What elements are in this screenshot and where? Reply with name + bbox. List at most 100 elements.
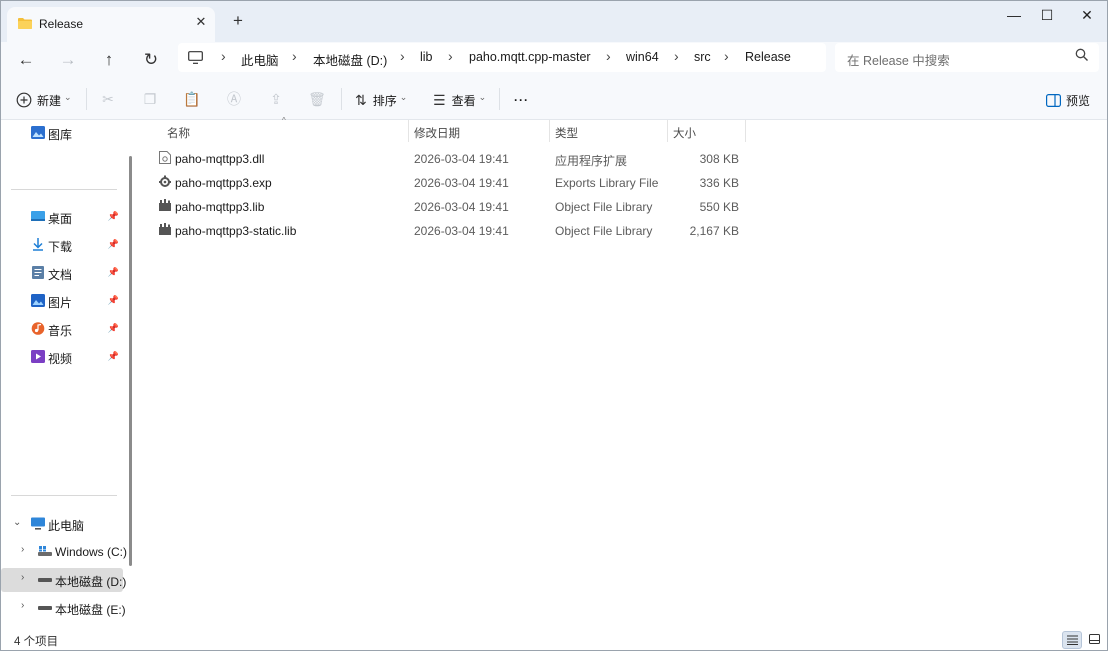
- file-explorer-window: Release ✕ + — ☐ ✕ ← → ↑ ↻ › 此电脑 › 本地磁盘 (…: [0, 0, 1108, 651]
- table-row[interactable]: paho-mqttpp3.dll 2026-03-04 19:41 应用程序扩展…: [155, 146, 749, 170]
- tiles-view-button[interactable]: [1085, 631, 1105, 649]
- sort-ascending-icon: ^: [282, 116, 286, 125]
- preview-button[interactable]: 预览: [1046, 90, 1090, 110]
- maximize-icon[interactable]: ☐: [1027, 4, 1067, 28]
- divider: [11, 189, 117, 190]
- column-divider[interactable]: [549, 120, 550, 142]
- pin-icon[interactable]: 📌: [108, 211, 119, 222]
- chevron-down-icon[interactable]: ⌄: [13, 517, 21, 528]
- pin-icon[interactable]: 📌: [108, 295, 119, 306]
- sidebar-item-label: 音乐: [48, 324, 73, 338]
- item-count: 4 个项目: [14, 636, 59, 648]
- chevron-down-icon: ⌄: [64, 91, 72, 102]
- chevron-right-icon[interactable]: ›: [21, 544, 24, 555]
- details-view-icon: [1067, 635, 1078, 645]
- view-icon: ☰: [433, 91, 446, 108]
- breadcrumb-sep: ›: [724, 48, 729, 64]
- sidebar-item-music[interactable]: 音乐 📌: [1, 317, 123, 341]
- address-bar-row: ← → ↑ ↻ › 此电脑 › 本地磁盘 (D:) › lib › paho.m…: [1, 42, 1107, 78]
- sidebar-item-desktop[interactable]: 桌面 📌: [1, 205, 123, 229]
- exp-file-icon: [159, 175, 171, 187]
- file-type: Object File Library: [555, 200, 653, 214]
- chevron-right-icon[interactable]: ›: [21, 572, 24, 583]
- file-name: paho-mqttpp3.lib: [175, 200, 265, 214]
- breadcrumb-win64[interactable]: win64: [626, 50, 659, 64]
- pin-icon[interactable]: 📌: [108, 323, 119, 334]
- sidebar-item-label: 本地磁盘 (E:): [55, 603, 126, 617]
- nav-scrollbar[interactable]: [129, 156, 132, 566]
- sort-icon: ⇅: [355, 91, 367, 108]
- new-label: 新建: [37, 93, 62, 108]
- sidebar-item-label: 此电脑: [48, 519, 85, 533]
- refresh-icon[interactable]: ↻: [138, 48, 164, 72]
- sidebar-item-drive-e[interactable]: › 本地磁盘 (E:): [1, 596, 126, 620]
- folder-icon: [18, 18, 32, 29]
- delete-icon[interactable]: 🗑: [308, 90, 326, 108]
- column-header-type[interactable]: 类型: [555, 125, 578, 141]
- tab-close-icon[interactable]: ✕: [193, 14, 209, 30]
- breadcrumb-src[interactable]: src: [694, 50, 711, 64]
- sort-label: 排序: [372, 93, 397, 108]
- share-icon[interactable]: ⇪: [267, 90, 285, 108]
- sidebar-item-this-pc[interactable]: ⌄ 此电脑: [1, 512, 123, 536]
- sort-button[interactable]: ⇅ 排序 ⌄: [355, 90, 407, 110]
- new-tab-icon[interactable]: +: [229, 12, 247, 30]
- monitor-icon[interactable]: [188, 51, 203, 64]
- column-header-name[interactable]: 名称: [167, 125, 190, 141]
- new-button[interactable]: 新建 ⌄: [16, 90, 72, 110]
- pin-icon[interactable]: 📌: [108, 351, 119, 362]
- search-placeholder: 在 Release 中搜索: [847, 54, 950, 68]
- chevron-right-icon[interactable]: ›: [21, 600, 24, 611]
- up-icon[interactable]: ↑: [96, 48, 122, 72]
- rename-icon[interactable]: Ⓐ: [225, 90, 243, 108]
- sidebar-item-pictures[interactable]: 图片 📌: [1, 289, 123, 313]
- column-header-date[interactable]: 修改日期: [414, 125, 460, 141]
- view-button[interactable]: ☰ 查看 ⌄: [433, 90, 486, 110]
- file-type: Object File Library: [555, 224, 653, 238]
- breadcrumb-drive-d[interactable]: 本地磁盘 (D:): [313, 50, 387, 69]
- details-view-button[interactable]: [1062, 631, 1082, 649]
- search-input[interactable]: 在 Release 中搜索: [835, 43, 1099, 72]
- column-header-size[interactable]: 大小: [673, 125, 696, 141]
- divider: [499, 88, 500, 110]
- more-options-icon[interactable]: ···: [514, 90, 529, 110]
- sidebar-item-drive-c[interactable]: › Windows (C:): [1, 540, 127, 564]
- pin-icon[interactable]: 📌: [108, 239, 119, 250]
- file-date: 2026-03-04 19:41: [414, 224, 509, 238]
- column-divider[interactable]: [408, 120, 409, 142]
- sidebar-item-downloads[interactable]: 下载 📌: [1, 233, 123, 257]
- sidebar-item-gallery[interactable]: 图库: [1, 121, 123, 145]
- file-size: 308 KB: [699, 152, 739, 166]
- column-divider[interactable]: [667, 120, 668, 142]
- back-icon[interactable]: ←: [13, 48, 39, 72]
- tab-release[interactable]: Release ✕: [7, 7, 215, 42]
- pin-icon[interactable]: 📌: [108, 267, 119, 278]
- pictures-icon: [31, 294, 45, 307]
- divider: [11, 495, 117, 496]
- tiles-view-icon: [1089, 634, 1100, 644]
- sidebar-item-documents[interactable]: 文档 📌: [1, 261, 123, 285]
- breadcrumb-release[interactable]: Release: [745, 50, 791, 64]
- gallery-icon: [31, 126, 45, 139]
- sidebar-item-drive-d[interactable]: › 本地磁盘 (D:): [1, 568, 127, 592]
- breadcrumb-lib[interactable]: lib: [420, 50, 433, 64]
- paste-icon[interactable]: 📋: [183, 90, 201, 108]
- sidebar-item-videos[interactable]: 视频 📌: [1, 345, 123, 369]
- file-size: 2,167 KB: [689, 224, 739, 238]
- forward-icon[interactable]: →: [55, 48, 81, 72]
- window-close-icon[interactable]: ✕: [1067, 4, 1107, 28]
- desktop-icon: [31, 211, 45, 221]
- sidebar-item-label: 下载: [48, 240, 73, 254]
- table-row[interactable]: paho-mqttpp3.exp 2026-03-04 19:41 Export…: [155, 170, 749, 194]
- copy-icon[interactable]: ❐: [141, 90, 159, 108]
- sidebar-item-label: 本地磁盘 (D:): [55, 575, 127, 589]
- table-row[interactable]: paho-mqttpp3.lib 2026-03-04 19:41 Object…: [155, 194, 749, 218]
- breadcrumb-paho[interactable]: paho.mqtt.cpp-master: [469, 50, 591, 64]
- breadcrumb[interactable]: › 此电脑 › 本地磁盘 (D:) › lib › paho.mqtt.cpp-…: [178, 43, 826, 72]
- column-divider[interactable]: [745, 120, 746, 142]
- file-name: paho-mqttpp3-static.lib: [175, 224, 297, 238]
- breadcrumb-this-pc[interactable]: 此电脑: [241, 50, 279, 69]
- table-row[interactable]: paho-mqttpp3-static.lib 2026-03-04 19:41…: [155, 218, 749, 242]
- search-icon[interactable]: [1075, 48, 1089, 62]
- cut-icon[interactable]: ✂: [99, 90, 117, 108]
